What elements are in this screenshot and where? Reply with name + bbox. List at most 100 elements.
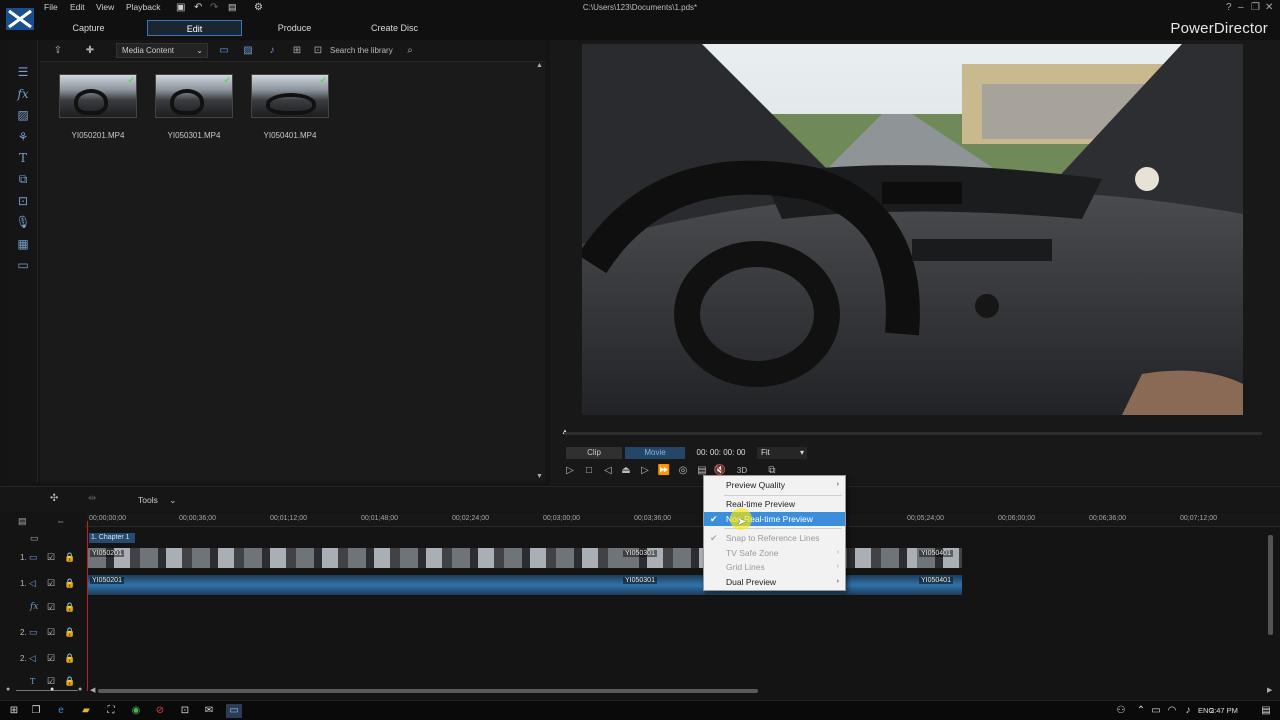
previous-frame-icon[interactable]: ◁ [600, 464, 616, 478]
snapshot-camera-icon[interactable]: ◎ [675, 464, 691, 478]
magic-tools-icon[interactable]: ✣ [50, 493, 58, 504]
track-enable-checkbox[interactable]: ☑ [47, 627, 55, 638]
filter-video-icon[interactable]: ▭ [216, 44, 232, 58]
subtitle-room-icon[interactable]: ▭ [8, 255, 38, 275]
stop-icon[interactable]: □ [581, 464, 597, 478]
fast-forward-icon[interactable]: ⏩ [656, 464, 672, 478]
track-enable-checkbox[interactable]: ☑ [47, 578, 55, 589]
close-button[interactable]: ✕ [1265, 2, 1273, 13]
powerdirector-taskbar-icon[interactable]: ▭ [226, 704, 242, 718]
filter-image-icon[interactable]: ▨ [240, 44, 256, 58]
chapter-marker-icon[interactable]: ▭ [30, 533, 39, 544]
minimize-button[interactable]: – [1238, 2, 1244, 13]
play-icon[interactable]: ▷ [562, 464, 578, 478]
lock-icon[interactable]: 🔒 [64, 578, 75, 589]
menu-item-realtime-preview[interactable]: Real-time Preview [704, 497, 845, 511]
clock[interactable]: 2:47 PM [1210, 706, 1238, 715]
store-icon[interactable]: ⛶ [103, 704, 119, 718]
timeline-vertical-scrollbar[interactable] [1268, 535, 1273, 635]
trim-icon[interactable]: ⇹ [88, 493, 96, 504]
library-menu-icon[interactable]: ⊡ [310, 44, 326, 58]
media-thumbnail[interactable]: ✔ [59, 74, 137, 118]
lock-icon[interactable]: 🔒 [64, 653, 75, 664]
audio-clip[interactable]: YI050401 [917, 575, 962, 595]
menu-item-dual-preview[interactable]: Dual Preview › [704, 575, 845, 589]
network-icon[interactable]: ▭ [1148, 704, 1164, 718]
menu-item-grid-lines[interactable]: Grid Lines › [704, 560, 845, 574]
track-enable-checkbox[interactable]: ☑ [47, 602, 55, 613]
tab-produce[interactable]: Produce [247, 20, 342, 36]
mail-icon[interactable]: ✉ [201, 704, 217, 718]
task-view-icon[interactable]: ❐ [28, 704, 44, 718]
media-room-icon[interactable]: ☰ [8, 62, 38, 82]
preview-scrubber[interactable] [564, 432, 1262, 435]
people-icon[interactable]: ⚇ [1113, 704, 1129, 718]
fit-timeline-icon[interactable]: ⇔ [56, 516, 65, 526]
video-clip[interactable]: YI050201 [88, 548, 621, 568]
playhead[interactable] [87, 521, 88, 691]
media-thumbnail[interactable]: ✔ [155, 74, 233, 118]
zoom-out-icon[interactable]: ● [6, 686, 10, 693]
pip-room-icon[interactable]: ▨ [8, 105, 38, 125]
voiceover-mic-icon[interactable]: 🎙 [8, 212, 38, 232]
video-clip[interactable]: YI050401 [917, 548, 962, 568]
fx-room-icon[interactable]: fx [8, 84, 38, 104]
lock-icon[interactable]: 🔒 [64, 552, 75, 563]
particle-room-icon[interactable]: ⚘ [8, 127, 38, 147]
lock-icon[interactable]: 🔒 [64, 602, 75, 613]
scroll-up-icon[interactable]: ▲ [536, 62, 543, 69]
library-scrollbar[interactable]: ▲ ▼ [536, 62, 544, 480]
tab-edit[interactable]: Edit [147, 20, 242, 36]
volume-icon[interactable]: ♪ [1180, 704, 1196, 718]
lock-icon[interactable]: 🔒 [64, 627, 75, 638]
tab-create-disc[interactable]: Create Disc [347, 20, 442, 36]
media-content-dropdown[interactable]: Media Content ⌄ [116, 43, 208, 58]
movie-mode-button[interactable]: Movie [625, 447, 685, 459]
split-icon[interactable]: ⏏ [618, 464, 634, 478]
preview-video[interactable] [582, 44, 1243, 415]
windows-start-icon[interactable]: ⊞ [6, 704, 22, 718]
plugins-icon[interactable]: ✚ [82, 44, 98, 58]
file-explorer-icon[interactable]: ▰ [78, 704, 94, 718]
help-button[interactable]: ? [1226, 2, 1232, 13]
track-enable-checkbox[interactable]: ☑ [47, 552, 55, 563]
search-icon[interactable]: ⌕ [402, 44, 418, 58]
clip-mode-button[interactable]: Clip [566, 447, 622, 459]
track-manager-icon[interactable]: ▤ [18, 516, 27, 527]
menu-item-non-realtime-preview[interactable]: ✔ Non Real-time Preview [704, 512, 845, 526]
wifi-icon[interactable]: ◠ [1164, 704, 1180, 718]
view-grid-icon[interactable]: ⊞ [289, 44, 305, 58]
zoom-slider[interactable] [16, 690, 78, 691]
scroll-left-icon[interactable]: ◀ [90, 686, 95, 694]
timecode-display[interactable]: 00: 00: 00: 00 [690, 447, 752, 459]
tray-expand-icon[interactable]: ⌃ [1133, 704, 1149, 718]
tools-dropdown[interactable]: Tools ⌄ [138, 495, 176, 506]
lock-icon[interactable]: 🔒 [64, 676, 75, 687]
chrome-icon[interactable]: ◉ [128, 704, 144, 718]
scroll-right-icon[interactable]: ▶ [1267, 686, 1272, 694]
audio-mixing-icon[interactable]: ⊡ [8, 191, 38, 211]
audio-clip[interactable]: YI050201 [88, 575, 621, 595]
next-frame-icon[interactable]: ▷ [637, 464, 653, 478]
zoom-slider-handle[interactable]: ● [50, 686, 54, 693]
scroll-down-icon[interactable]: ▼ [536, 473, 543, 480]
restore-button[interactable]: ❐ [1251, 2, 1260, 13]
zoom-in-icon[interactable]: ● [78, 686, 82, 693]
menu-item-preview-quality[interactable]: Preview Quality › [704, 478, 845, 492]
menu-item-snap-reference-lines[interactable]: ✔ Snap to Reference Lines [704, 531, 845, 545]
title-room-icon[interactable]: T [8, 148, 38, 168]
media-thumbnail[interactable]: ✔ [251, 74, 329, 118]
director-app-icon[interactable]: ⊡ [177, 704, 193, 718]
opera-icon[interactable]: ⊘ [152, 704, 168, 718]
timeline-ruler[interactable]: 00;00;00;00 00;00;36;00 00;01;12;00 00;0… [85, 513, 1280, 527]
menu-item-tv-safe-zone[interactable]: TV Safe Zone › [704, 546, 845, 560]
chapter-room-icon[interactable]: ▦ [8, 234, 38, 254]
edge-browser-icon[interactable]: e [53, 704, 69, 718]
notifications-icon[interactable]: ▤ [1258, 704, 1274, 718]
tab-capture[interactable]: Capture [41, 20, 136, 36]
track-enable-checkbox[interactable]: ☑ [47, 653, 55, 664]
timeline-horizontal-scrollbar[interactable] [98, 689, 758, 693]
filter-audio-icon[interactable]: ♪ [264, 44, 280, 58]
fit-dropdown[interactable]: Fit ▾ [757, 447, 807, 459]
import-media-icon[interactable]: ⇪ [50, 44, 66, 58]
